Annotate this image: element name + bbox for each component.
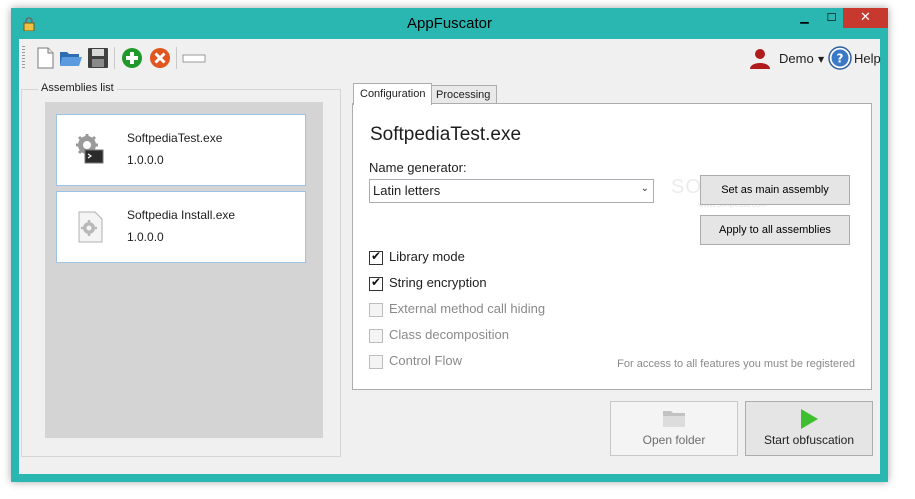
start-obfuscation-button[interactable]: Start obfuscation — [745, 401, 873, 456]
list-item[interactable]: Softpedia Install.exe 1.0.0.0 — [56, 191, 306, 263]
save-icon[interactable] — [86, 46, 110, 70]
toolbar-separator — [114, 47, 115, 69]
maximize-button[interactable]: ☐ — [818, 8, 845, 28]
set-main-assembly-button[interactable]: Set as main assembly — [700, 175, 850, 205]
checkbox — [369, 303, 383, 317]
option-label: Library mode — [389, 249, 465, 264]
open-folder-button[interactable]: Open folder — [610, 401, 738, 456]
open-folder-icon[interactable] — [59, 46, 83, 70]
svg-text:?: ? — [837, 52, 844, 66]
assembly-version: 1.0.0.0 — [127, 230, 164, 244]
remove-icon[interactable] — [148, 46, 172, 70]
name-generator-select[interactable]: Latin letters ⌄ — [369, 179, 654, 203]
checkbox[interactable]: ✔ — [369, 249, 383, 265]
option-label: String encryption — [389, 275, 487, 290]
assembly-name: SoftpediaTest.exe — [127, 131, 223, 145]
assembly-list[interactable]: SoftpediaTest.exe 1.0.0.0 Softpedia Inst… — [45, 102, 323, 438]
option-label: External method call hiding — [389, 301, 546, 316]
gear-exe-icon — [76, 134, 104, 164]
selected-assembly-title: SoftpediaTest.exe — [370, 124, 522, 145]
minimize-button[interactable]: ▁ — [791, 8, 818, 28]
user-icon[interactable] — [748, 46, 772, 70]
assembly-version: 1.0.0.0 — [127, 153, 164, 167]
registration-notice: For access to all features you must be r… — [617, 358, 855, 370]
checkbox — [369, 355, 383, 369]
option-label: Class decomposition — [389, 327, 509, 342]
apply-all-assemblies-button[interactable]: Apply to all assemblies — [700, 215, 850, 245]
rename-icon[interactable] — [182, 46, 206, 70]
close-button[interactable]: ✕ — [843, 8, 888, 28]
checkbox[interactable]: ✔ — [369, 275, 383, 291]
dll-file-icon — [78, 211, 103, 243]
configuration-panel: SoftpediaTest.exe Name generator: Latin … — [352, 103, 872, 390]
checkmark-icon: ✔ — [371, 275, 382, 289]
assemblies-label: Assemblies list — [38, 82, 117, 94]
new-icon[interactable] — [33, 46, 57, 70]
title-bar[interactable]: AppFuscator ▁ ☐ ✕ — [11, 8, 888, 39]
open-folder-label: Open folder — [642, 433, 706, 447]
add-icon[interactable] — [120, 46, 144, 70]
toolbar-grip[interactable] — [22, 46, 25, 70]
tab-configuration[interactable]: Configuration — [353, 83, 433, 105]
start-obfuscation-label: Start obfuscation — [763, 433, 855, 447]
chevron-down-icon: ⌄ — [640, 183, 649, 194]
tab-processing[interactable]: Processing — [429, 85, 498, 104]
window-title: AppFuscator — [406, 15, 493, 32]
name-generator-value: Latin letters — [373, 183, 441, 198]
play-icon — [801, 409, 818, 429]
option-label: Control Flow — [389, 353, 462, 368]
help-icon[interactable]: ? — [828, 46, 852, 70]
checkbox — [369, 329, 383, 343]
help-button[interactable]: Help — [854, 51, 881, 66]
folder-icon — [663, 411, 685, 427]
name-generator-label: Name generator: — [369, 160, 467, 175]
list-item[interactable]: SoftpediaTest.exe 1.0.0.0 — [56, 114, 306, 186]
user-menu[interactable]: Demo — [779, 51, 814, 66]
assembly-name: Softpedia Install.exe — [127, 208, 236, 222]
checkmark-icon: ✔ — [371, 249, 382, 263]
toolbar-separator — [176, 47, 177, 69]
chevron-down-icon[interactable]: ▼ — [818, 55, 824, 64]
toolbar: Demo ▼ ? Help — [19, 39, 881, 77]
